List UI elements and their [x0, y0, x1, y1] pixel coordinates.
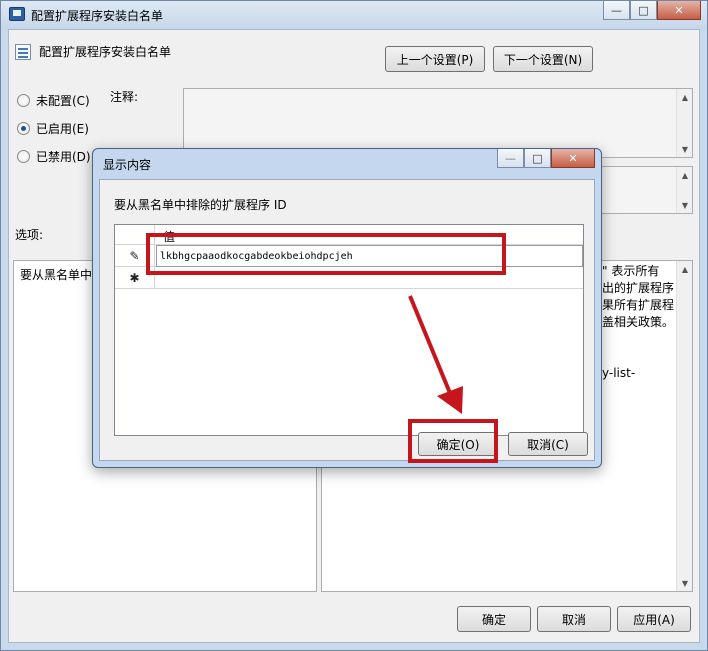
scroll-up-icon[interactable]: ▲	[677, 261, 693, 277]
dialog-body: 要从黑名单中排除的扩展程序 ID 值 ✎ lkbhgcpaaodkocgabde…	[99, 179, 595, 461]
dialog-cancel-button[interactable]: 取消(C)	[508, 432, 588, 456]
scroll-up-icon[interactable]: ▲	[677, 89, 693, 105]
help-scrollbar[interactable]: ▲ ▼	[676, 261, 692, 591]
dialog-title: 显示内容	[103, 158, 152, 172]
window-title: 配置扩展程序安装白名单	[31, 9, 164, 23]
apply-button[interactable]: 应用(A)	[617, 606, 691, 632]
ok-button[interactable]: 确定	[457, 606, 531, 632]
previous-setting-button[interactable]: 上一个设置(P)	[385, 46, 485, 72]
radio-label: 已禁用(D)	[36, 150, 91, 164]
supported-scrollbar[interactable]: ▲ ▼	[676, 167, 692, 213]
help-line: y-list-	[602, 366, 636, 380]
scroll-down-icon[interactable]: ▼	[677, 197, 693, 213]
dialog-maximize-button[interactable]: □	[524, 149, 551, 168]
scroll-up-icon[interactable]: ▲	[677, 167, 693, 183]
help-line: 盖相关政策。	[602, 315, 675, 329]
dialog-close-button[interactable]: ✕	[551, 149, 595, 168]
scroll-down-icon[interactable]: ▼	[677, 575, 693, 591]
comment-scrollbar[interactable]: ▲ ▼	[676, 89, 692, 157]
radio-disabled[interactable]: 已禁用(D)	[17, 148, 91, 165]
scroll-down-icon[interactable]: ▼	[677, 141, 693, 157]
radio-not-configured[interactable]: 未配置(C)	[17, 92, 90, 109]
close-button[interactable]: ✕	[657, 1, 701, 20]
policy-app-icon	[9, 7, 25, 21]
help-line: " 表示所有	[602, 264, 660, 278]
radio-enabled[interactable]: 已启用(E)	[17, 120, 89, 137]
maximize-button[interactable]: □	[630, 1, 657, 20]
radio-label: 已启用(E)	[36, 122, 89, 136]
radio-label: 未配置(C)	[36, 94, 90, 108]
radio-indicator[interactable]	[17, 94, 30, 107]
policy-setting-icon	[15, 44, 31, 60]
annotation-highlight-ok	[408, 419, 498, 463]
dialog-description: 要从黑名单中排除的扩展程序 ID	[114, 198, 287, 212]
comment-label: 注释:	[110, 90, 139, 104]
radio-indicator[interactable]	[17, 122, 30, 135]
next-setting-button[interactable]: 下一个设置(N)	[493, 46, 593, 72]
minimize-button[interactable]: —	[603, 1, 630, 20]
dialog-minimize-button[interactable]: —	[497, 149, 524, 168]
title-bar: 配置扩展程序安装白名单 — □ ✕	[1, 1, 707, 29]
help-line: 出的扩展程序	[602, 281, 675, 295]
policy-name: 配置扩展程序安装白名单	[39, 45, 172, 59]
show-contents-dialog: 显示内容 — □ ✕ 要从黑名单中排除的扩展程序 ID 值 ✎ lkbhgcpa…	[92, 148, 602, 468]
radio-indicator[interactable]	[17, 150, 30, 163]
help-line: 果所有扩展程	[602, 298, 675, 312]
options-label: 选项:	[15, 228, 44, 242]
options-text: 要从黑名单中	[20, 268, 93, 282]
annotation-highlight-value	[146, 233, 506, 275]
cancel-button[interactable]: 取消	[537, 606, 611, 632]
